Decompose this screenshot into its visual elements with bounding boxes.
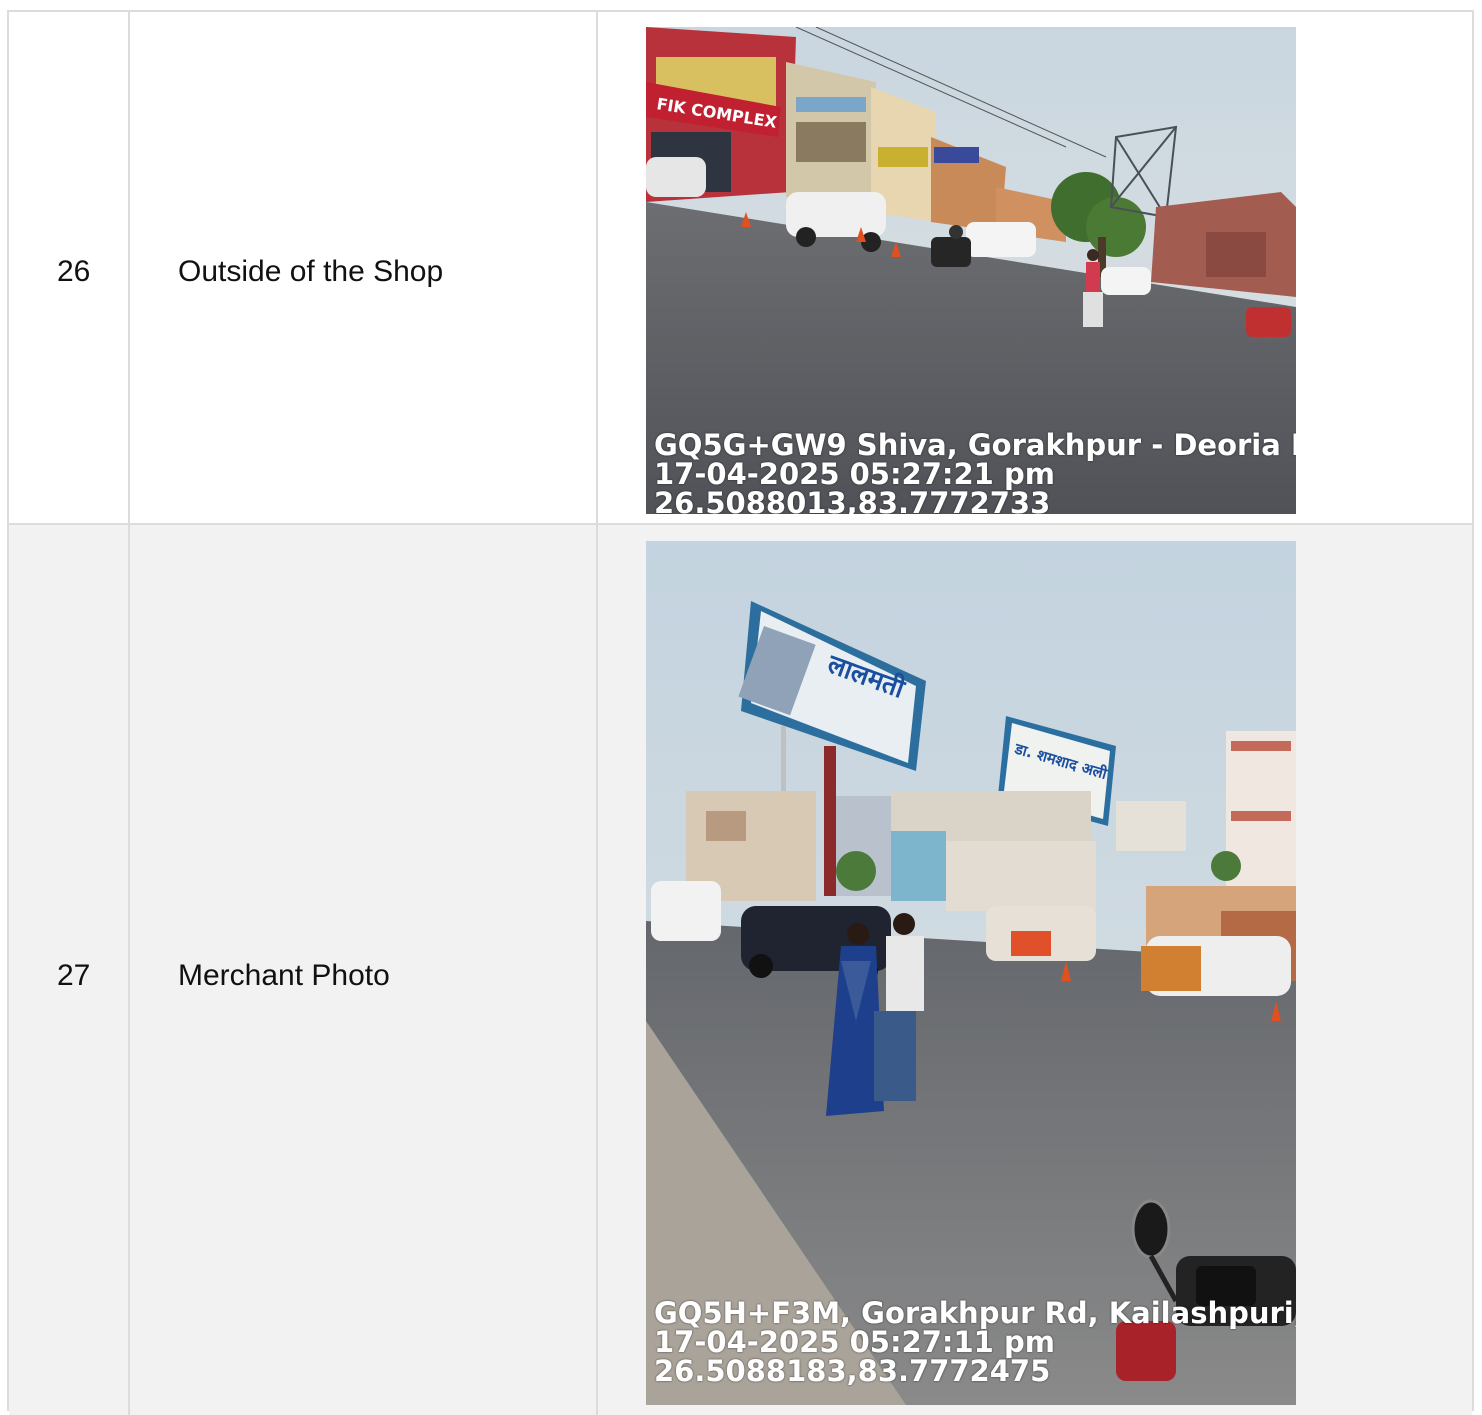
merchant-photo: लालमती डा. शमशाद अली GQ5H+F3M, Gorakhpur… [646,541,1296,1405]
caption-address: GQ5G+GW9 Shiva, Gorakhpur - Deoria Hwy, … [654,428,1296,462]
caption-coordinates: 26.5088013,83.7772733 [654,486,1051,515]
table-row: 26 Outside of the Shop FIK COMPLEX GQ5G+… [9,12,1472,525]
photo-table: 26 Outside of the Shop FIK COMPLEX GQ5G+… [7,10,1474,1415]
caption-coordinates: 26.5088183,83.7772475 [654,1354,1051,1388]
caption-address: GQ5H+F3M, Gorakhpur Rd, Kailashpuri, Deo… [654,1296,1296,1330]
photo-caption: GQ5H+F3M, Gorakhpur Rd, Kailashpuri, Deo… [654,1299,1296,1386]
caption-datetime: 17-04-2025 05:27:11 pm [654,1325,1055,1359]
row-number: 26 [57,255,91,288]
column-divider [128,525,130,1415]
table-row: 27 Merchant Photo लालमती डा. शमशाद अली G… [9,525,1472,1415]
row-label: Outside of the Shop [178,255,444,288]
column-divider [128,12,130,523]
row-number: 27 [57,959,91,992]
column-divider [596,12,598,523]
shop-outside-photo: FIK COMPLEX GQ5G+GW9 Shiva, Gorakhpur - … [646,27,1296,514]
row-label: Merchant Photo [178,959,390,992]
caption-datetime: 17-04-2025 05:27:21 pm [654,457,1055,491]
photo-caption: GQ5G+GW9 Shiva, Gorakhpur - Deoria Hwy, … [654,428,1296,515]
column-divider [596,525,598,1415]
